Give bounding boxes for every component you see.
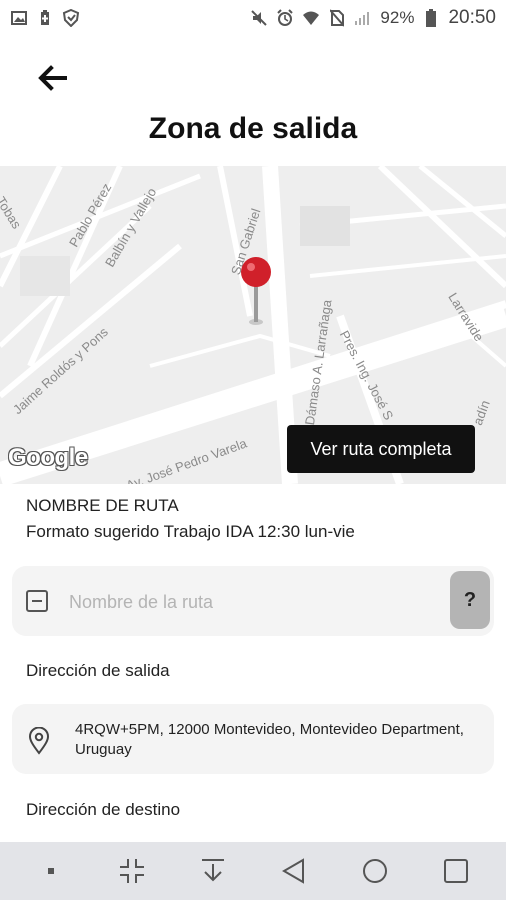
- no-sim-icon: [328, 9, 346, 27]
- collapse-icon[interactable]: [112, 851, 152, 891]
- arrow-left-icon: [38, 65, 67, 91]
- home-circle-icon[interactable]: [355, 851, 395, 891]
- image-icon: [10, 9, 28, 27]
- route-name-label: NOMBRE DE RUTA: [26, 496, 179, 515]
- minus-box-icon: [26, 590, 48, 612]
- system-nav-bar: [0, 842, 506, 900]
- battery-percent: 92%: [380, 8, 415, 27]
- location-pin-icon[interactable]: [239, 256, 273, 331]
- recents-square-icon[interactable]: [436, 851, 476, 891]
- clock: 20:50: [448, 7, 496, 28]
- destination-label: Dirección de destino: [26, 800, 181, 819]
- wifi-icon: [302, 9, 320, 27]
- status-bar: 92% 20:50: [0, 0, 506, 36]
- mute-icon: [250, 9, 268, 27]
- route-name-input[interactable]: [67, 584, 441, 620]
- route-name-hint: Formato sugerido Trabajo IDA 12:30 lun-v…: [26, 522, 355, 541]
- dot-icon[interactable]: [31, 851, 71, 891]
- departure-address-text: 4RQW+5PM, 12000 Montevideo, Montevideo D…: [75, 721, 464, 758]
- departure-label: Dirección de salida: [26, 661, 170, 680]
- google-logo: Google: [8, 444, 88, 471]
- map-view[interactable]: Tobas Pablo Pérez Balbín y Vallejo San G…: [0, 166, 506, 484]
- battery-icon: [422, 9, 440, 27]
- page-title: Zona de salida: [148, 112, 358, 145]
- view-full-route-button[interactable]: Ver ruta completa: [287, 425, 475, 473]
- download-icon[interactable]: [193, 851, 233, 891]
- back-button[interactable]: [30, 56, 74, 100]
- route-name-field: ?: [12, 566, 494, 636]
- shield-icon: [62, 9, 80, 27]
- departure-address-field[interactable]: 4RQW+5PM, 12000 Montevideo, Montevideo D…: [12, 704, 494, 774]
- signal-icon: [354, 9, 372, 27]
- battery-saver-icon: [36, 9, 54, 27]
- help-button[interactable]: ?: [450, 571, 490, 629]
- back-triangle-icon[interactable]: [274, 851, 314, 891]
- alarm-icon: [276, 9, 294, 27]
- location-outline-icon: [28, 726, 50, 760]
